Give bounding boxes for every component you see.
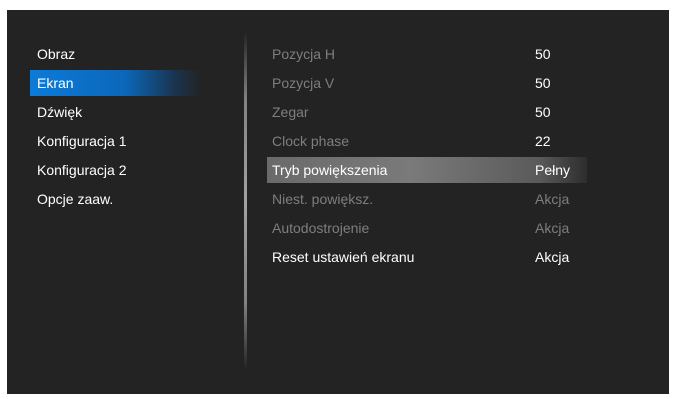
setting-row-pozycja-v[interactable]: Pozycja V 50 (267, 70, 587, 96)
setting-row-clock-phase[interactable]: Clock phase 22 (267, 128, 587, 154)
setting-row-reset-ustawien-ekranu[interactable]: Reset ustawień ekranu Akcja (267, 244, 587, 270)
menu-item-dzwiek[interactable]: Dźwięk (30, 99, 202, 125)
menu-item-konfiguracja-2[interactable]: Konfiguracja 2 (30, 157, 202, 183)
setting-row-zegar[interactable]: Zegar 50 (267, 99, 587, 125)
setting-label: Tryb powiększenia (272, 162, 388, 178)
setting-row-pozycja-h[interactable]: Pozycja H 50 (267, 41, 587, 67)
setting-value: 50 (535, 75, 551, 91)
settings-panel: Pozycja H 50 Pozycja V 50 Zegar 50 Clock… (247, 10, 669, 394)
setting-label: Reset ustawień ekranu (272, 249, 415, 265)
setting-label: Autodostrojenie (272, 220, 370, 236)
setting-label: Pozycja V (272, 75, 335, 91)
osd-screen: Obraz Ekran Dźwięk Konfiguracja 1 Konfig… (7, 10, 669, 394)
setting-label: Niest. powiększ. (272, 191, 374, 207)
setting-value: 22 (535, 133, 551, 149)
setting-row-niest-powieksz[interactable]: Niest. powiększ. Akcja (267, 186, 587, 212)
menu-item-obraz[interactable]: Obraz (30, 41, 202, 67)
setting-row-autodostrojenie[interactable]: Autodostrojenie Akcja (267, 215, 587, 241)
menu-item-ekran[interactable]: Ekran (30, 70, 202, 96)
setting-value: Pełny (535, 162, 571, 178)
menu-item-opcje-zaaw[interactable]: Opcje zaaw. (30, 186, 202, 212)
main-menu: Obraz Ekran Dźwięk Konfiguracja 1 Konfig… (7, 10, 244, 394)
setting-value: 50 (535, 104, 551, 120)
setting-value: Akcja (535, 220, 570, 236)
setting-row-tryb-powiekszenia[interactable]: Tryb powiększenia Pełny (267, 157, 587, 183)
setting-label: Clock phase (272, 133, 350, 149)
setting-label: Pozycja H (272, 46, 336, 62)
setting-value: 50 (535, 46, 551, 62)
setting-label: Zegar (272, 104, 309, 120)
setting-value: Akcja (535, 249, 570, 265)
setting-value: Akcja (535, 191, 570, 207)
menu-item-konfiguracja-1[interactable]: Konfiguracja 1 (30, 128, 202, 154)
